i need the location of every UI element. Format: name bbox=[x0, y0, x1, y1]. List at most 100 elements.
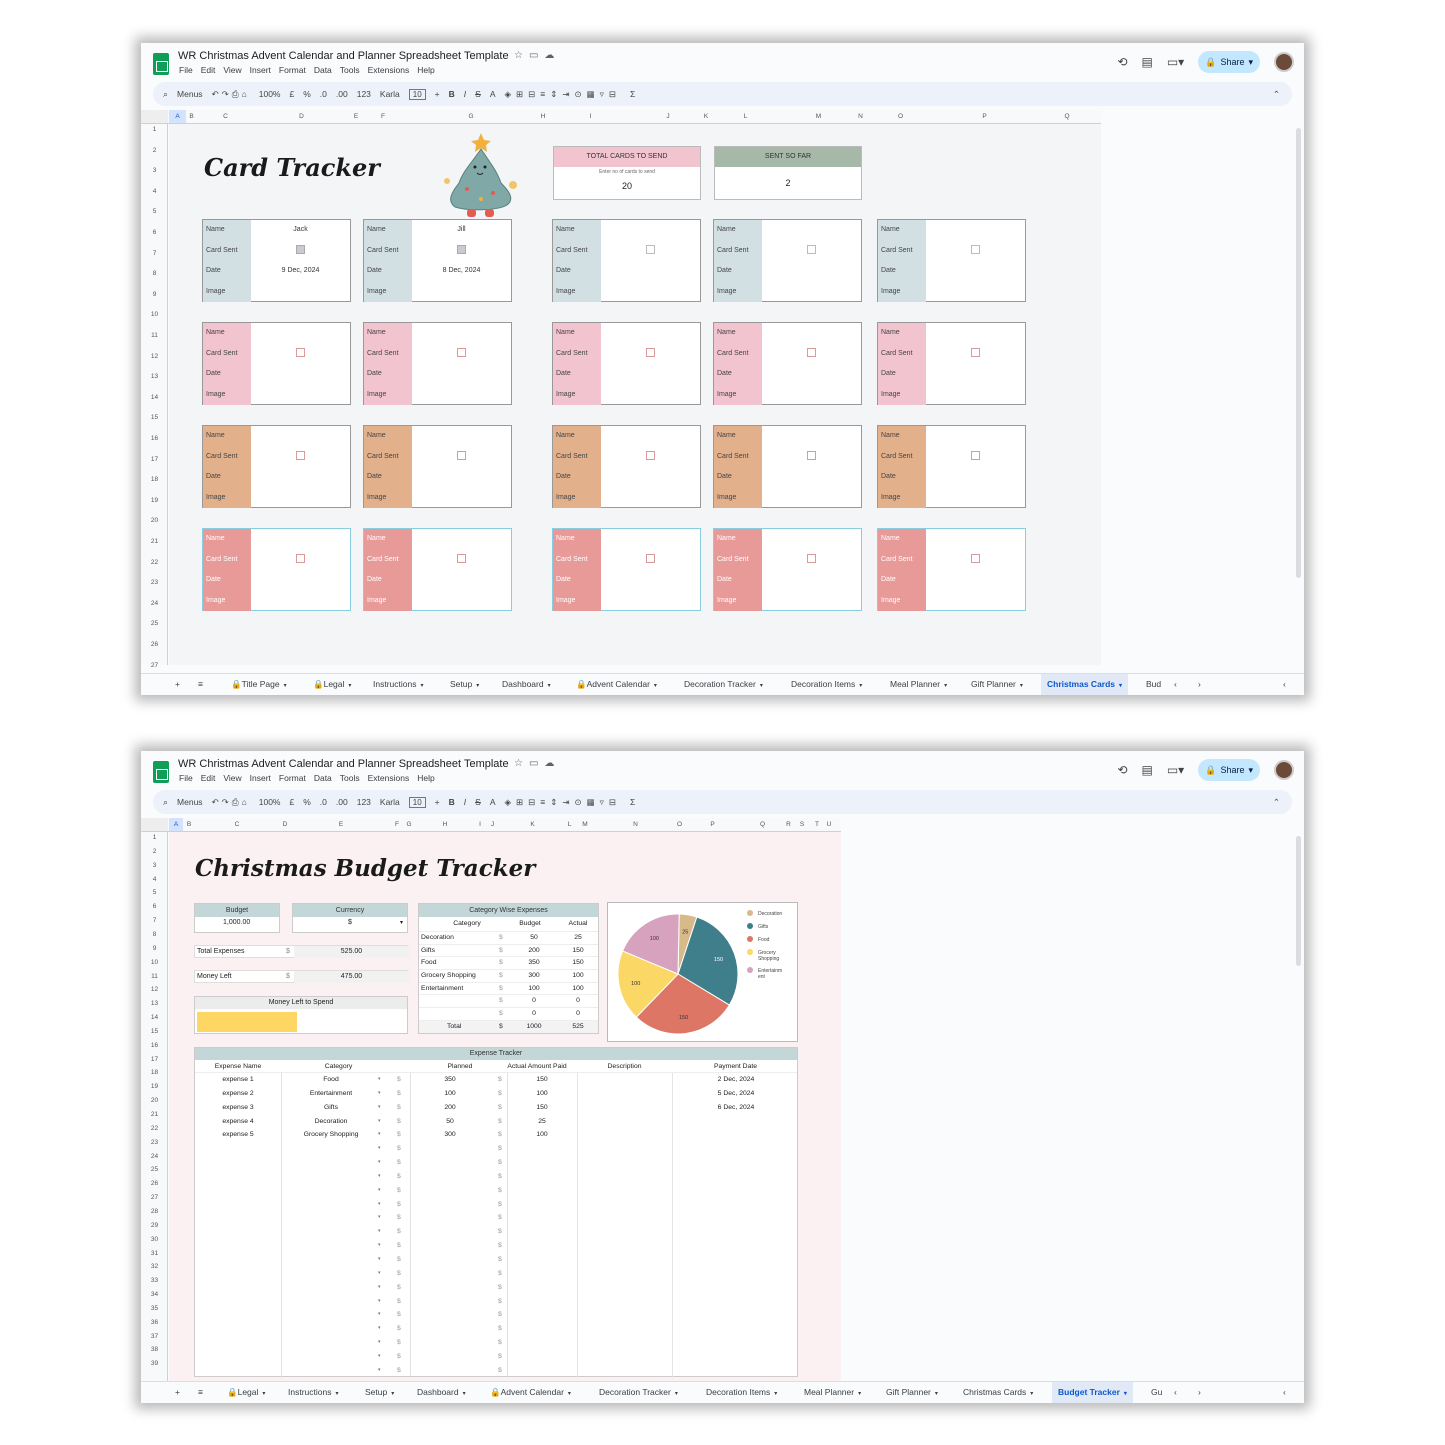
italic-button[interactable]: I bbox=[464, 89, 466, 99]
percent-format-button[interactable]: % bbox=[303, 89, 311, 99]
field-value[interactable]: Jack bbox=[251, 220, 350, 241]
menu-help[interactable]: Help bbox=[417, 773, 434, 783]
scroll-tabs-left-icon[interactable]: ‹ bbox=[1174, 1382, 1177, 1403]
row-header[interactable]: 3 bbox=[141, 167, 168, 174]
row-header[interactable]: 3 bbox=[141, 862, 168, 869]
chevron-down-icon[interactable]: ▾ bbox=[378, 1281, 381, 1295]
chevron-down-icon[interactable]: ▾ bbox=[859, 683, 862, 689]
field-value[interactable] bbox=[601, 591, 700, 612]
row-header[interactable]: 22 bbox=[141, 559, 168, 566]
history-icon[interactable]: ⟲ bbox=[1117, 763, 1127, 777]
chevron-down-icon[interactable]: ▾ bbox=[378, 1364, 381, 1378]
payment-date-cell[interactable]: 5 Dec, 2024 bbox=[672, 1086, 799, 1101]
font-select[interactable]: Karla bbox=[380, 89, 400, 99]
percent-format-button[interactable]: % bbox=[303, 797, 311, 807]
chevron-down-icon[interactable]: ▾ bbox=[378, 1253, 381, 1267]
payment-date-cell[interactable] bbox=[672, 1322, 799, 1337]
search-menus-input[interactable]: Menus bbox=[177, 89, 203, 99]
chevron-down-icon[interactable]: ▾ bbox=[378, 1322, 381, 1336]
column-header[interactable]: L bbox=[565, 821, 574, 828]
functions-button[interactable]: Σ bbox=[630, 89, 635, 99]
field-value[interactable] bbox=[412, 344, 511, 365]
menu-tools[interactable]: Tools bbox=[340, 773, 360, 783]
chevron-down-icon[interactable]: ▾ bbox=[378, 1239, 381, 1253]
row-header[interactable]: 18 bbox=[141, 1069, 168, 1076]
column-header[interactable]: B bbox=[186, 113, 197, 120]
card-sent-checkbox[interactable] bbox=[646, 348, 655, 358]
row-header[interactable]: 4 bbox=[141, 876, 168, 883]
column-header[interactable]: S bbox=[793, 821, 811, 828]
row-header[interactable]: 25 bbox=[141, 1166, 168, 1173]
field-value[interactable] bbox=[412, 529, 511, 550]
row-header[interactable]: 35 bbox=[141, 1305, 168, 1312]
field-value[interactable] bbox=[926, 364, 1025, 385]
description-cell[interactable] bbox=[577, 1322, 672, 1337]
field-value[interactable] bbox=[762, 550, 861, 571]
row-header[interactable]: 4 bbox=[141, 188, 168, 195]
sheet-tab[interactable]: 🔒Advent Calendar ▾ bbox=[576, 674, 657, 695]
field-value[interactable] bbox=[412, 550, 511, 571]
sheet-tab[interactable]: Instructions ▾ bbox=[288, 1382, 338, 1403]
zoom-select[interactable]: 100% bbox=[259, 797, 281, 807]
row-header[interactable]: 37 bbox=[141, 1333, 168, 1340]
chevron-down-icon[interactable]: ▾ bbox=[378, 1267, 381, 1281]
bold-button[interactable]: B bbox=[449, 89, 455, 99]
chevron-down-icon[interactable]: ▾ bbox=[1248, 57, 1253, 68]
card-sent-checkbox[interactable] bbox=[971, 348, 980, 358]
payment-date-cell[interactable]: 6 Dec, 2024 bbox=[672, 1100, 799, 1115]
chevron-down-icon[interactable]: ▾ bbox=[463, 1391, 466, 1397]
field-value[interactable] bbox=[412, 323, 511, 344]
search-icon[interactable]: ⌕ bbox=[163, 797, 168, 808]
column-header[interactable]: A bbox=[169, 110, 186, 123]
number-format-button[interactable]: 123 bbox=[357, 797, 371, 807]
menu-tools[interactable]: Tools bbox=[340, 65, 360, 75]
document-title[interactable]: WR Christmas Advent Calendar and Planner… bbox=[178, 758, 509, 770]
row-header[interactable]: 29 bbox=[141, 1222, 168, 1229]
category-cell[interactable]: Decoration bbox=[281, 1115, 381, 1129]
menu-data[interactable]: Data bbox=[314, 65, 332, 75]
field-value[interactable] bbox=[412, 447, 511, 468]
row-header[interactable]: 17 bbox=[141, 1056, 168, 1063]
column-header[interactable]: R bbox=[784, 821, 793, 828]
description-cell[interactable] bbox=[577, 1169, 672, 1184]
card-sent-checkbox[interactable] bbox=[457, 554, 466, 564]
row-header[interactable]: 36 bbox=[141, 1319, 168, 1326]
decrease-decimal-button[interactable]: .0 bbox=[320, 797, 327, 807]
sheet-tab[interactable]: Dashboard ▾ bbox=[502, 674, 551, 695]
row-header[interactable]: 16 bbox=[141, 1042, 168, 1049]
sheet-tab[interactable]: Meal Planner ▾ bbox=[804, 1382, 861, 1403]
column-header[interactable]: N bbox=[856, 113, 865, 120]
all-sheets-icon[interactable]: ≡ bbox=[198, 1382, 203, 1403]
sheets-logo-icon[interactable] bbox=[153, 53, 169, 75]
sheet-tab[interactable]: Decoration Tracker ▾ bbox=[599, 1382, 678, 1403]
row-header[interactable]: 23 bbox=[141, 1139, 168, 1146]
avatar[interactable] bbox=[1274, 760, 1294, 780]
column-header[interactable]: L bbox=[710, 113, 781, 120]
description-cell[interactable] bbox=[577, 1197, 672, 1212]
comment-icon[interactable]: ▤ bbox=[1142, 55, 1153, 69]
side-panel-toggle-icon[interactable]: ‹ bbox=[1283, 674, 1286, 695]
field-value[interactable]: Jill bbox=[412, 220, 511, 241]
sheet-tab[interactable]: Decoration Items ▾ bbox=[706, 1382, 777, 1403]
column-header[interactable]: K bbox=[702, 113, 710, 120]
column-header[interactable]: H bbox=[415, 821, 475, 828]
actual-paid-cell[interactable]: 100 bbox=[507, 1128, 577, 1142]
field-value[interactable] bbox=[412, 282, 511, 303]
side-panel-toggle-icon[interactable]: ‹ bbox=[1283, 1382, 1286, 1403]
chevron-down-icon[interactable]: ▾ bbox=[378, 1101, 381, 1115]
field-value[interactable] bbox=[762, 344, 861, 365]
category-cell[interactable]: Grocery Shopping bbox=[281, 1128, 381, 1142]
strikethrough-button[interactable]: S bbox=[475, 89, 481, 99]
chevron-down-icon[interactable]: ▾ bbox=[335, 1391, 338, 1397]
payment-date-cell[interactable] bbox=[672, 1197, 799, 1212]
share-button[interactable]: 🔒 Share ▾ bbox=[1198, 759, 1260, 781]
payment-date-cell[interactable] bbox=[672, 1363, 799, 1378]
sheet-tab[interactable]: Instructions ▾ bbox=[373, 674, 423, 695]
field-value[interactable] bbox=[601, 529, 700, 550]
field-value[interactable] bbox=[601, 385, 700, 406]
chevron-down-icon[interactable]: ▾ bbox=[378, 1295, 381, 1309]
field-value[interactable] bbox=[926, 323, 1025, 344]
sheet-tab[interactable]: 🔒Legal ▾ bbox=[313, 674, 351, 695]
document-title[interactable]: WR Christmas Advent Calendar and Planner… bbox=[178, 50, 509, 62]
field-value[interactable] bbox=[601, 488, 700, 509]
